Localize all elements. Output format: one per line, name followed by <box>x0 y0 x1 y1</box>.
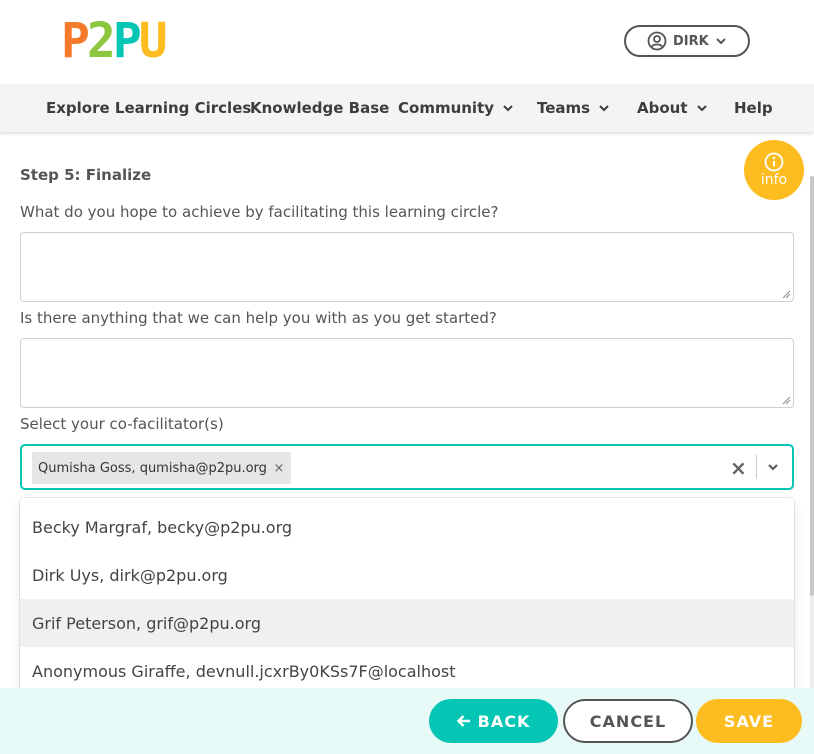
logo-letter-p2: P <box>112 13 142 69</box>
nav-item-label: Help <box>734 99 773 117</box>
cofacilitator-label: Select your co-facilitator(s) <box>20 415 224 433</box>
nav-item-label: Teams <box>537 99 591 117</box>
option-label: Becky Margraf, becky@p2pu.org <box>32 517 293 537</box>
save-button-label: SAVE <box>723 711 775 731</box>
nav-item-teams[interactable]: Teams <box>537 84 611 132</box>
arrow-left-icon <box>456 715 470 727</box>
chevron-down-icon <box>696 105 707 112</box>
option-item[interactable]: Dirk Uys, dirk@p2pu.org <box>20 551 794 599</box>
logo-letter-u: U <box>138 13 168 69</box>
option-label: Dirk Uys, dirk@p2pu.org <box>32 565 228 585</box>
top-header: P 2 P U DIRK <box>0 0 814 84</box>
main-navigation: Explore Learning Circles Knowledge Base … <box>0 84 814 132</box>
info-circle-icon <box>764 152 784 172</box>
info-button-label: info <box>760 172 788 188</box>
back-button-label: BACK <box>477 711 531 731</box>
q1-textarea[interactable] <box>20 232 794 302</box>
nav-item-about[interactable]: About <box>637 84 709 132</box>
chevron-down-icon <box>503 105 513 112</box>
chip-label: Qumisha Goss, qumisha@p2pu.org <box>38 460 267 476</box>
option-item[interactable]: Becky Margraf, becky@p2pu.org <box>20 503 794 551</box>
user-menu-button[interactable]: DIRK <box>624 25 750 57</box>
nav-item-community[interactable]: Community <box>398 84 515 132</box>
info-button[interactable]: info <box>744 140 804 200</box>
save-button[interactable]: SAVE <box>696 699 802 743</box>
q1-label: What do you hope to achieve by facilitat… <box>20 203 499 221</box>
q2-label: Is there anything that we can help you w… <box>20 309 497 327</box>
option-item-highlighted[interactable]: Grif Peterson, grif@p2pu.org <box>20 599 794 647</box>
user-name-label: DIRK <box>673 33 709 49</box>
chevron-down-icon <box>599 105 609 112</box>
p2pu-logo[interactable]: P 2 P U <box>61 13 168 69</box>
step-title: Step 5: Finalize <box>20 166 152 184</box>
logo-letter-p1: P <box>61 13 90 69</box>
chevron-down-icon[interactable] <box>766 460 780 474</box>
nav-item-label: Explore Learning Circles <box>46 99 252 117</box>
q2-textarea[interactable] <box>20 338 794 408</box>
nav-item-label: About <box>637 99 688 117</box>
selected-cofacilitator-chip: Qumisha Goss, qumisha@p2pu.org × <box>32 452 291 484</box>
user-circle-icon <box>647 31 667 51</box>
scrollbar-thumb[interactable] <box>810 176 814 596</box>
chevron-down-icon <box>716 38 726 45</box>
logo-letter-2: 2 <box>86 13 116 69</box>
cancel-button[interactable]: CANCEL <box>563 699 693 743</box>
nav-item-label: Community <box>398 99 495 117</box>
select-separator <box>756 455 757 479</box>
option-label: Grif Peterson, grif@p2pu.org <box>32 613 261 633</box>
cofacilitator-options-menu: Becky Margraf, becky@p2pu.org Dirk Uys, … <box>20 498 794 698</box>
nav-item-explore-learning-circles[interactable]: Explore Learning Circles <box>46 84 251 132</box>
chip-remove-button[interactable]: × <box>267 461 291 476</box>
cofacilitator-select[interactable]: Qumisha Goss, qumisha@p2pu.org × × <box>20 444 794 490</box>
nav-item-label: Knowledge Base <box>250 99 390 117</box>
nav-item-knowledge-base[interactable]: Knowledge Base <box>250 84 389 132</box>
nav-item-help[interactable]: Help <box>734 84 773 132</box>
cancel-button-label: CANCEL <box>589 711 667 731</box>
back-button[interactable]: BACK <box>429 699 558 743</box>
resize-grip-icon[interactable] <box>781 289 791 299</box>
clear-selection-button[interactable]: × <box>730 456 747 480</box>
resize-grip-icon[interactable] <box>781 395 791 405</box>
option-label: Anonymous Giraffe, devnull.jcxrBy0KSs7F@… <box>32 661 456 681</box>
